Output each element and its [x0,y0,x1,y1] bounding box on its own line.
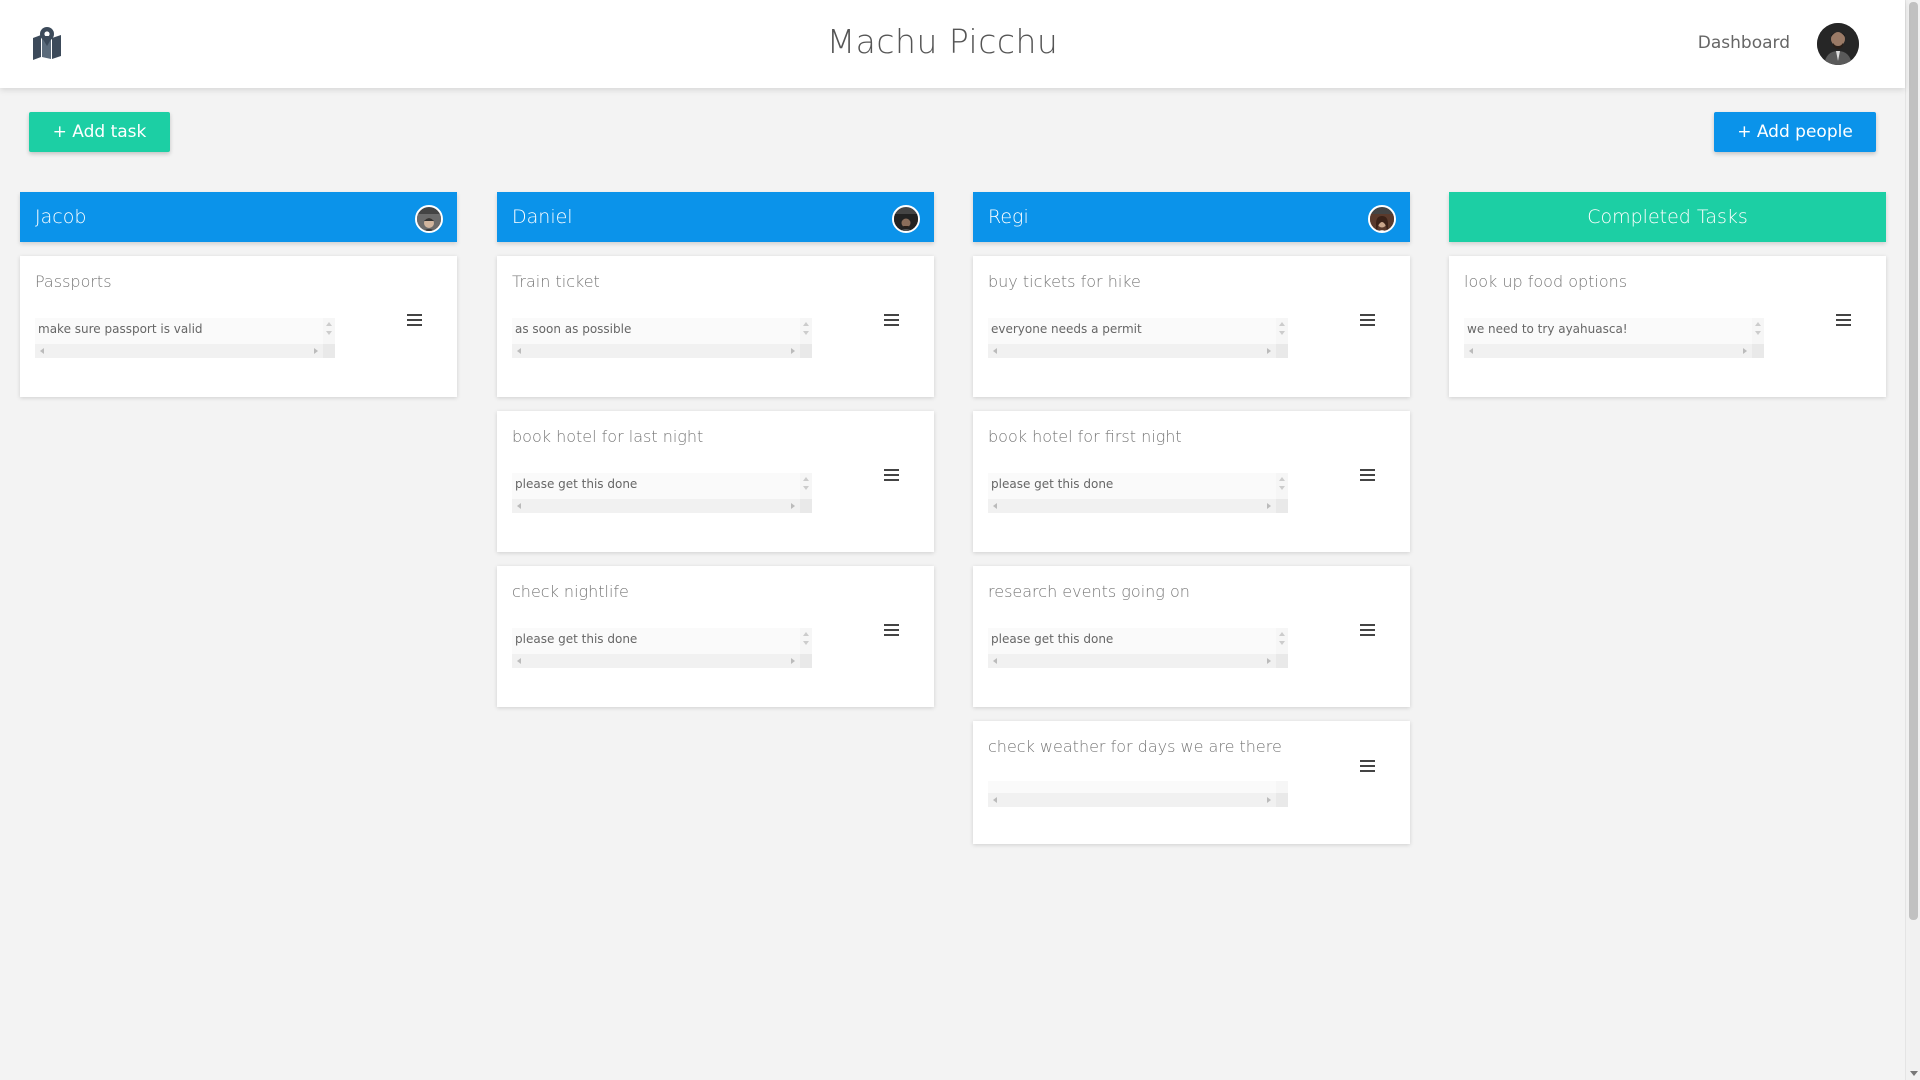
task-note-field[interactable]: please get this done [512,473,812,513]
column-title: Completed Tasks [1587,206,1748,228]
user-avatar[interactable] [1817,23,1859,65]
column-title: Daniel [512,206,573,228]
task-card[interactable]: check nightlife please get this done [497,566,934,707]
task-title: book hotel for first night [988,427,1182,446]
task-card[interactable]: look up food options we need to try ayah… [1449,256,1886,397]
hamburger-menu-icon[interactable] [884,314,899,327]
task-title: look up food options [1464,272,1628,291]
task-title: research events going on [988,582,1190,601]
task-title: check nightlife [512,582,629,601]
scroll-down-arrow[interactable] [1910,1071,1918,1076]
horizontal-scrollbar[interactable] [988,654,1276,668]
task-note: please get this done [515,632,638,646]
task-card[interactable]: research events going on please get this… [973,566,1410,707]
horizontal-scrollbar[interactable] [512,344,800,358]
task-title: book hotel for last night [512,427,704,446]
avatar[interactable] [892,205,920,233]
page-title: Machu Picchu [826,22,1059,61]
horizontal-scrollbar[interactable] [988,499,1276,513]
task-note: please get this done [991,632,1114,646]
scroll-corner [800,344,812,358]
scroll-corner [800,499,812,513]
scroll-corner [1276,793,1288,807]
scrollbar-thumb[interactable] [1909,2,1918,920]
hamburger-menu-icon[interactable] [1836,314,1851,327]
scroll-corner [1752,344,1764,358]
column-header: Daniel [497,192,934,242]
horizontal-scrollbar[interactable] [512,654,800,668]
hamburger-menu-icon[interactable] [1360,624,1375,637]
scroll-corner [1276,499,1288,513]
column-header: Jacob [20,192,457,242]
task-title: check weather for days we are there [988,737,1282,756]
hamburger-menu-icon[interactable] [884,624,899,637]
task-note: please get this done [515,477,638,491]
column-title: Regi [988,206,1029,228]
task-card[interactable]: book hotel for last night please get thi… [497,411,934,552]
task-note-field[interactable]: as soon as possible [512,318,812,358]
task-note-field[interactable] [988,781,1288,807]
column-jacob: Jacob Passports make sure passport is va… [20,192,457,397]
task-note-field[interactable]: we need to try ayahuasca! [1464,318,1764,358]
task-note-field[interactable]: everyone needs a permit [988,318,1288,358]
horizontal-scrollbar[interactable] [1464,344,1752,358]
column-completed-tasks: Completed Tasks look up food options we … [1449,192,1886,397]
task-note-field[interactable]: please get this done [988,473,1288,513]
task-note-field[interactable]: make sure passport is valid [35,318,335,358]
horizontal-scrollbar[interactable] [988,793,1276,807]
task-note: we need to try ayahuasca! [1467,322,1628,336]
avatar[interactable] [415,205,443,233]
horizontal-scrollbar[interactable] [512,499,800,513]
task-card[interactable]: Passports make sure passport is valid [20,256,457,397]
task-card[interactable]: book hotel for first night please get th… [973,411,1410,552]
column-regi: Regi buy tickets for hike everyone needs… [973,192,1410,844]
task-card[interactable]: Train ticket as soon as possible [497,256,934,397]
task-note: make sure passport is valid [38,322,203,336]
horizontal-scrollbar[interactable] [35,344,323,358]
task-title: Train ticket [512,272,600,291]
task-title: buy tickets for hike [988,272,1141,291]
task-card[interactable]: check weather for days we are there [973,721,1410,844]
task-note: please get this done [991,477,1114,491]
hamburger-menu-icon[interactable] [1360,314,1375,327]
scroll-corner [1276,654,1288,668]
avatar[interactable] [1368,205,1396,233]
scroll-corner [800,654,812,668]
dashboard-link[interactable]: Dashboard [1698,33,1790,53]
task-note: everyone needs a permit [991,322,1142,336]
scroll-corner [1276,344,1288,358]
column-daniel: Daniel Train ticket as soon as possible … [497,192,934,707]
task-note: as soon as possible [515,322,632,336]
task-title: Passports [35,272,112,291]
add-people-button[interactable]: + Add people [1714,112,1876,152]
task-note-field[interactable]: please get this done [988,628,1288,668]
task-card[interactable]: buy tickets for hike everyone needs a pe… [973,256,1410,397]
hamburger-menu-icon[interactable] [1360,469,1375,482]
top-navbar: Machu Picchu Dashboard [0,0,1905,88]
task-note-field[interactable]: please get this done [512,628,812,668]
horizontal-scrollbar[interactable] [988,344,1276,358]
column-header: Completed Tasks [1449,192,1886,242]
hamburger-menu-icon[interactable] [884,469,899,482]
hamburger-menu-icon[interactable] [1360,760,1375,773]
column-title: Jacob [35,206,87,228]
column-header: Regi [973,192,1410,242]
page-scrollbar[interactable] [1905,0,1920,1080]
scroll-corner [323,344,335,358]
hamburger-menu-icon[interactable] [407,314,422,327]
add-task-button[interactable]: + Add task [29,112,170,152]
